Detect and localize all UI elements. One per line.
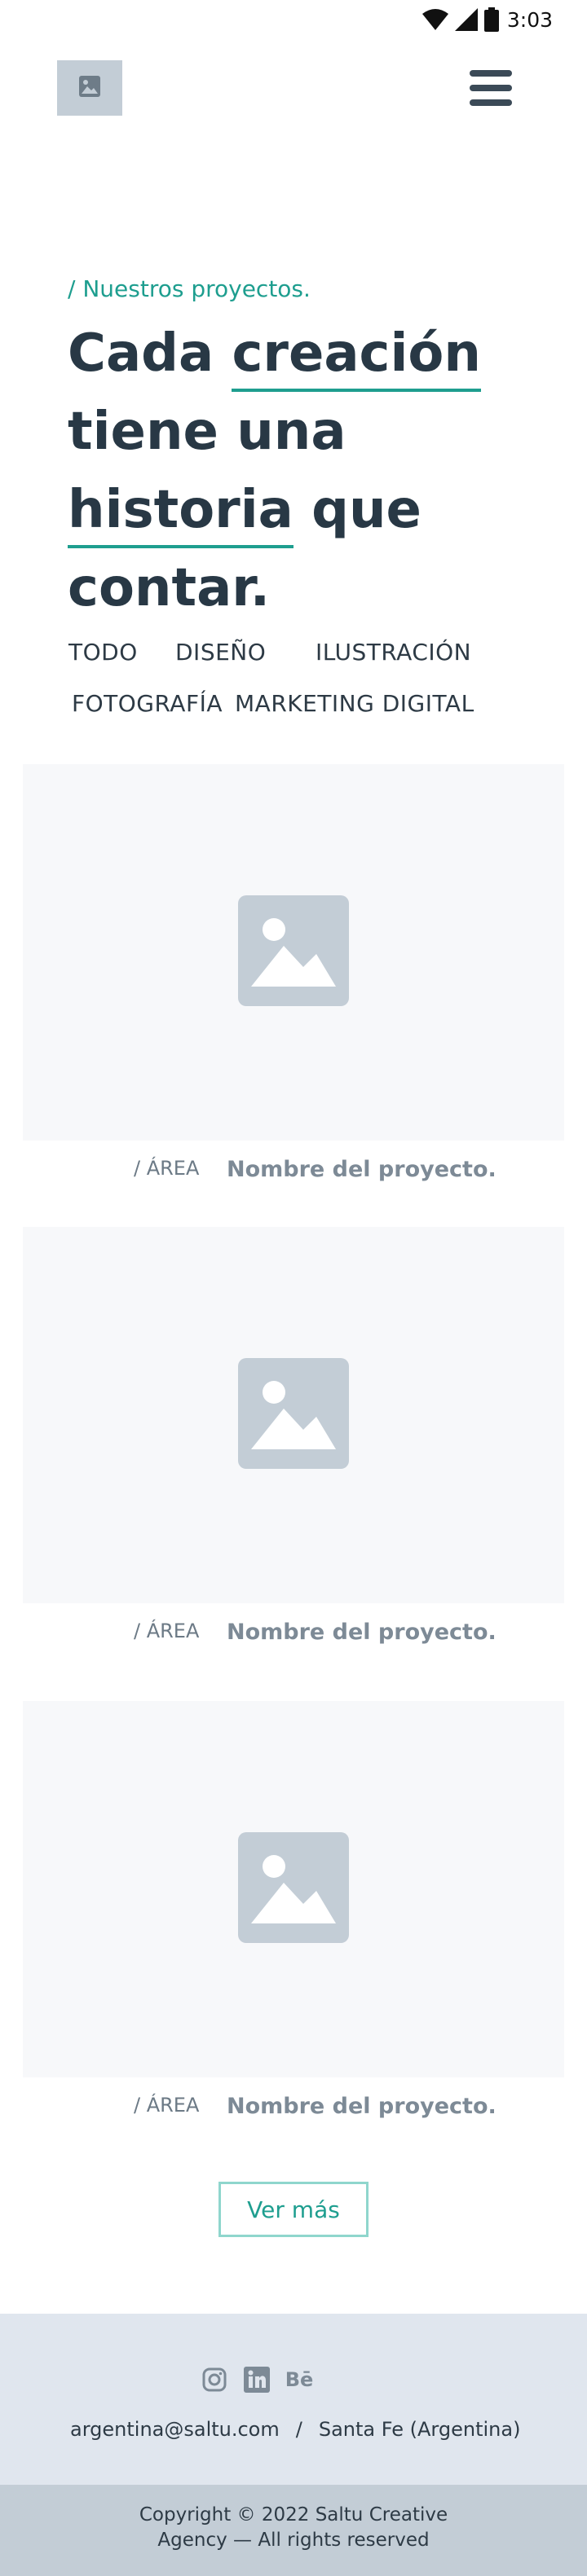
instagram-icon[interactable] — [201, 2366, 228, 2394]
project-area: / ÁREA — [134, 1157, 200, 1180]
status-time: 3:03 — [506, 8, 553, 32]
behance-icon[interactable]: Bē — [285, 2366, 314, 2394]
site-footer: Bē argentina@saltu.com / Santa Fe (Argenti… — [0, 2314, 587, 2485]
filter-ilustracion[interactable]: ILUSTRACIÓN — [316, 639, 471, 666]
project-name[interactable]: Nombre del proyecto. — [227, 1620, 497, 1645]
filter-diseno[interactable]: DISEÑO — [175, 639, 266, 666]
project-image[interactable] — [23, 1227, 564, 1603]
social-links: Bē — [201, 2366, 313, 2394]
project-image[interactable] — [23, 764, 564, 1141]
image-placeholder-icon — [238, 895, 349, 1009]
footer-email[interactable]: argentina@saltu.com — [70, 2418, 280, 2441]
filter-todo[interactable]: TODO — [68, 639, 138, 666]
project-card[interactable]: / ÁREA Nombre del proyecto. — [23, 764, 564, 1189]
status-bar: 3:03 — [0, 0, 587, 41]
footer-location: Santa Fe (Argentina) — [318, 2418, 521, 2441]
project-card[interactable]: / ÁREA Nombre del proyecto. — [23, 1227, 564, 1652]
title-highlight: creación — [232, 323, 481, 392]
footer-contact: argentina@saltu.com / Santa Fe (Argentina) — [70, 2418, 521, 2441]
project-area: / ÁREA — [134, 2094, 200, 2117]
category-filters: TODO DISEÑO ILUSTRACIÓN FOTOGRAFÍA MARKE… — [0, 639, 587, 728]
image-placeholder-icon — [238, 1358, 349, 1472]
project-image[interactable] — [23, 1701, 564, 2077]
copyright-line: Copyright © 2022 Saltu Creative — [139, 2504, 448, 2525]
page-title: Cada creación tiene una historia que con… — [68, 323, 481, 618]
copyright-line: Agency — All rights reserved — [157, 2530, 430, 2551]
signal-icon — [455, 8, 478, 34]
hero-section: / Nuestros proyectos. Cada creación tien… — [0, 41, 587, 668]
section-eyebrow: / Nuestros proyectos. — [68, 275, 311, 302]
title-highlight: historia — [68, 480, 294, 548]
image-placeholder-icon — [238, 1832, 349, 1946]
filter-fotografia[interactable]: FOTOGRAFÍA — [72, 690, 223, 717]
project-name[interactable]: Nombre del proyecto. — [227, 1157, 497, 1182]
project-card[interactable]: / ÁREA Nombre del proyecto. — [23, 1701, 564, 2126]
linkedin-icon[interactable] — [243, 2366, 271, 2394]
project-area: / ÁREA — [134, 1620, 200, 1642]
wifi-icon — [422, 9, 448, 33]
project-name[interactable]: Nombre del proyecto. — [227, 2094, 497, 2119]
copyright-bar: Copyright © 2022 Saltu Creative Agency —… — [0, 2485, 587, 2576]
filter-marketing-digital[interactable]: MARKETING DIGITAL — [235, 690, 474, 717]
battery-icon — [484, 7, 499, 35]
see-more-button[interactable]: Ver más — [218, 2182, 369, 2237]
